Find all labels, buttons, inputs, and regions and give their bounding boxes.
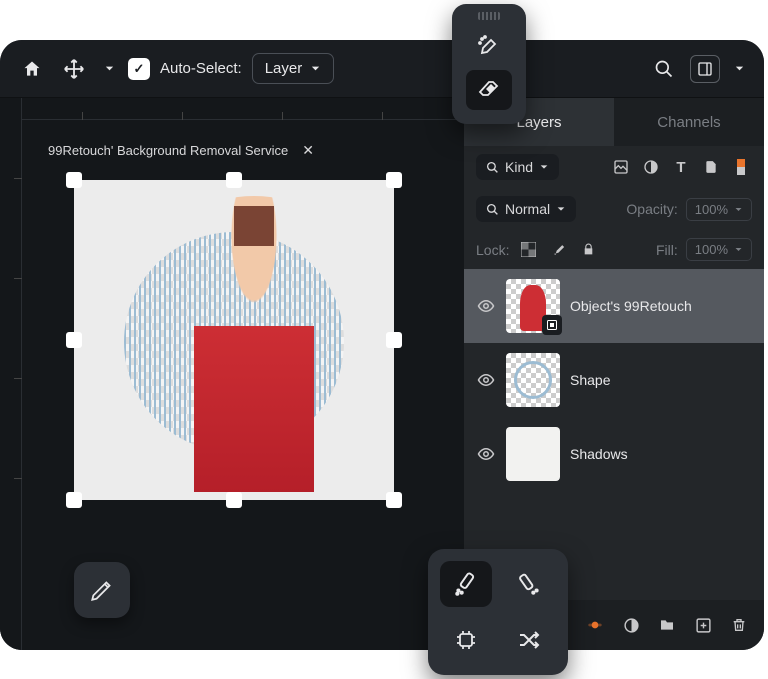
home-button[interactable] [16, 53, 48, 85]
eraser-tool[interactable] [466, 70, 512, 110]
blend-mode-dropdown[interactable]: Normal [476, 196, 576, 222]
move-tool-dropdown[interactable] [100, 53, 118, 85]
document-tab[interactable]: 99Retouch' Background Removal Service ✕ [40, 136, 322, 165]
tab-channels[interactable]: Channels [614, 98, 764, 146]
drag-grip[interactable] [478, 12, 500, 20]
transform-handle-tr[interactable] [386, 172, 402, 188]
lock-label: Lock: [476, 242, 509, 258]
layer-thumbnail [506, 427, 560, 481]
shuffle-tool[interactable] [503, 617, 555, 663]
visibility-toggle[interactable] [476, 296, 496, 316]
filter-pixel-icon[interactable] [610, 156, 632, 178]
lock-row: Lock: Fill: 100% [464, 230, 764, 269]
brush-tool[interactable] [466, 26, 512, 66]
top-toolbar: ✓ Auto-Select: Layer [0, 40, 764, 98]
main-area: 99Retouch' Background Removal Service ✕ [0, 98, 764, 650]
filter-shape-icon[interactable] [700, 156, 722, 178]
document-canvas[interactable] [74, 180, 394, 500]
transform-handle-tl[interactable] [66, 172, 82, 188]
floating-brush-panel[interactable] [452, 4, 526, 124]
delete-layer-button[interactable] [728, 614, 750, 636]
transform-handle-br[interactable] [386, 492, 402, 508]
layer-row[interactable]: Shadows [464, 417, 764, 491]
opacity-label: Opacity: [626, 201, 677, 217]
group-button[interactable] [656, 614, 678, 636]
layer-thumbnail [506, 353, 560, 407]
spot-healing-tool[interactable] [503, 561, 555, 607]
select-mode-dropdown[interactable]: Layer [252, 53, 335, 84]
filter-smart-icon[interactable] [730, 156, 752, 178]
move-tool-button[interactable] [58, 53, 90, 85]
filter-type-icon[interactable]: T [670, 156, 692, 178]
floating-tools-panel[interactable] [428, 549, 568, 675]
transform-handle-mr[interactable] [386, 332, 402, 348]
subject-layer [166, 196, 342, 492]
transform-handle-tc[interactable] [226, 172, 242, 188]
transform-handle-bl[interactable] [66, 492, 82, 508]
transform-handle-bc[interactable] [226, 492, 242, 508]
app-window: ✓ Auto-Select: Layer [0, 40, 764, 650]
lock-position-icon[interactable] [577, 239, 599, 261]
auto-select-label: Auto-Select: [160, 60, 242, 77]
lock-pixels-icon[interactable] [547, 239, 569, 261]
layer-thumbnail [506, 279, 560, 333]
workspace-layout-dropdown[interactable] [730, 53, 748, 85]
lock-transparency-icon[interactable] [517, 239, 539, 261]
fill-label: Fill: [656, 242, 678, 258]
document-tab-strip: 99Retouch' Background Removal Service ✕ [40, 136, 322, 165]
transform-handle-ml[interactable] [66, 332, 82, 348]
visibility-toggle[interactable] [476, 370, 496, 390]
close-tab-button[interactable]: ✕ [302, 142, 314, 159]
healing-brush-tool[interactable] [440, 561, 492, 607]
canvas-area: 99Retouch' Background Removal Service ✕ [0, 98, 464, 650]
workspace-layout-button[interactable] [690, 55, 720, 83]
filter-adjustment-icon[interactable] [640, 156, 662, 178]
layer-filter-kind[interactable]: Kind [476, 154, 559, 180]
chip-tool[interactable] [440, 617, 492, 663]
layer-name: Shadows [570, 446, 628, 462]
new-layer-button[interactable] [692, 614, 714, 636]
layer-name: Shape [570, 372, 610, 388]
document-tab-title: 99Retouch' Background Removal Service [48, 143, 288, 158]
visibility-toggle[interactable] [476, 444, 496, 464]
select-mode-value: Layer [265, 60, 303, 77]
pen-tool-button[interactable] [74, 562, 130, 618]
layer-filter-row: Kind T [464, 146, 764, 188]
blend-row: Normal Opacity: 100% [464, 188, 764, 230]
mask-button[interactable] [620, 614, 642, 636]
ruler-top [22, 98, 464, 120]
search-button[interactable] [648, 53, 680, 85]
smart-object-badge [542, 315, 562, 335]
layer-row[interactable]: Object's 99Retouch [464, 269, 764, 343]
fill-value[interactable]: 100% [686, 238, 752, 261]
fx-button[interactable] [584, 614, 606, 636]
ruler-left [0, 98, 22, 650]
opacity-value[interactable]: 100% [686, 198, 752, 221]
auto-select-checkbox[interactable]: ✓ [128, 58, 150, 80]
layer-name: Object's 99Retouch [570, 298, 692, 314]
layer-row[interactable]: Shape [464, 343, 764, 417]
